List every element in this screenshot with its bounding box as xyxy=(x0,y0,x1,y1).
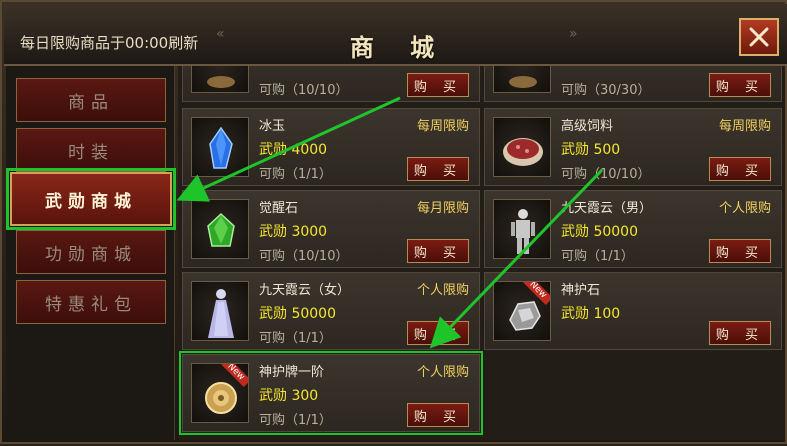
item-limit: 每月限购 xyxy=(416,201,469,216)
tab-fashion[interactable]: 时装 xyxy=(16,128,166,172)
header-ornament-right: » xyxy=(569,26,578,42)
item-name: 九天霞云（男） xyxy=(561,201,653,216)
green-gem-icon xyxy=(191,199,249,259)
tab-gongxun-shop[interactable]: 功勋商城 xyxy=(16,230,166,274)
window-header: 每日限购商品于00:00刷新 « 商 城 » xyxy=(4,4,787,66)
item-price: 武勋 50000 xyxy=(259,306,336,322)
item-name: 冰玉 xyxy=(259,119,286,134)
item-card: 觉醒石 每月限购 武勋 3000 可购（10/10） 购 买 xyxy=(182,190,480,268)
shop-category-nav: 商品 时装 武勋商城 功勋商城 特惠礼包 xyxy=(6,66,176,440)
buy-button[interactable]: 购 买 xyxy=(407,73,469,97)
item-name: 九天霞云（女） xyxy=(259,283,351,298)
item-quantity: 可购（1/1） xyxy=(259,331,332,346)
item-limit: 个人限购 xyxy=(718,201,771,216)
item-limit: 个人限购 xyxy=(416,365,469,380)
item-quantity: 可购（1/1） xyxy=(561,249,634,264)
buy-button[interactable]: 购 买 xyxy=(407,157,469,181)
item-name: 神护石 xyxy=(561,283,601,298)
item-card: 可购（10/10） 购 买 xyxy=(182,66,480,102)
buy-button[interactable]: 购 买 xyxy=(407,239,469,263)
ore-icon xyxy=(493,66,551,93)
item-limit: 个人限购 xyxy=(416,283,469,298)
item-name: 觉醒石 xyxy=(259,201,299,216)
ore-icon xyxy=(191,66,249,93)
item-name: 高级饲料 xyxy=(561,119,614,134)
guard-stone-icon: New xyxy=(493,281,551,341)
blue-crystal-icon xyxy=(191,117,249,177)
item-price: 武勋 500 xyxy=(561,142,621,158)
buy-button[interactable]: 购 买 xyxy=(709,239,771,263)
close-icon xyxy=(749,27,769,47)
item-quantity: 可购（10/10） xyxy=(259,83,349,98)
item-quantity: 可购（1/1） xyxy=(259,413,332,428)
close-button[interactable] xyxy=(739,18,779,56)
armor-female-icon xyxy=(191,281,249,341)
item-card: 九天霞云（男） 个人限购 武勋 50000 可购（1/1） 购 买 xyxy=(484,190,782,268)
item-price: 武勋 3000 xyxy=(259,224,328,240)
refresh-notice: 每日限购商品于00:00刷新 xyxy=(20,34,199,52)
item-card: New 神护石 武勋 100 购 买 xyxy=(484,272,782,350)
item-price: 武勋 300 xyxy=(259,388,319,404)
amulet-icon: New xyxy=(191,363,249,423)
armor-male-icon xyxy=(493,199,551,259)
item-limit: 每周限购 xyxy=(718,119,771,134)
tab-wuxun-shop[interactable]: 武勋商城 xyxy=(6,168,176,230)
feed-icon xyxy=(493,117,551,177)
item-price: 武勋 50000 xyxy=(561,224,638,240)
buy-button[interactable]: 购 买 xyxy=(709,73,771,97)
item-grid: 可购（10/10） 购 买 可购（30/30） 购 买 冰玉 每周限购 武勋 4… xyxy=(178,66,785,440)
item-card: New 神护牌一阶 个人限购 武勋 300 可购（1/1） 购 买 xyxy=(179,351,483,435)
tab-goods[interactable]: 商品 xyxy=(16,78,166,122)
item-price: 武勋 100 xyxy=(561,306,621,322)
item-card: 九天霞云（女） 个人限购 武勋 50000 可购（1/1） 购 买 xyxy=(182,272,480,350)
tab-special-packs[interactable]: 特惠礼包 xyxy=(16,280,166,324)
shop-window: 每日限购商品于00:00刷新 « 商 城 » 商品 时装 武勋商城 功勋商城 特… xyxy=(0,0,787,444)
item-name: 神护牌一阶 xyxy=(259,365,325,380)
window-title: 商 城 xyxy=(349,33,449,62)
header-ornament-left: « xyxy=(216,26,225,42)
item-limit: 每周限购 xyxy=(416,119,469,134)
buy-button[interactable]: 购 买 xyxy=(709,321,771,345)
item-card: 高级饲料 每周限购 武勋 500 可购（10/10） 购 买 xyxy=(484,108,782,186)
item-card: 可购（30/30） 购 买 xyxy=(484,66,782,102)
buy-button[interactable]: 购 买 xyxy=(709,157,771,181)
buy-button[interactable]: 购 买 xyxy=(407,403,469,427)
item-quantity: 可购（30/30） xyxy=(561,83,651,98)
item-quantity: 可购（10/10） xyxy=(561,167,651,182)
buy-button[interactable]: 购 买 xyxy=(407,321,469,345)
item-quantity: 可购（1/1） xyxy=(259,167,332,182)
item-quantity: 可购（10/10） xyxy=(259,249,349,264)
item-price: 武勋 4000 xyxy=(259,142,328,158)
item-card: 冰玉 每周限购 武勋 4000 可购（1/1） 购 买 xyxy=(182,108,480,186)
